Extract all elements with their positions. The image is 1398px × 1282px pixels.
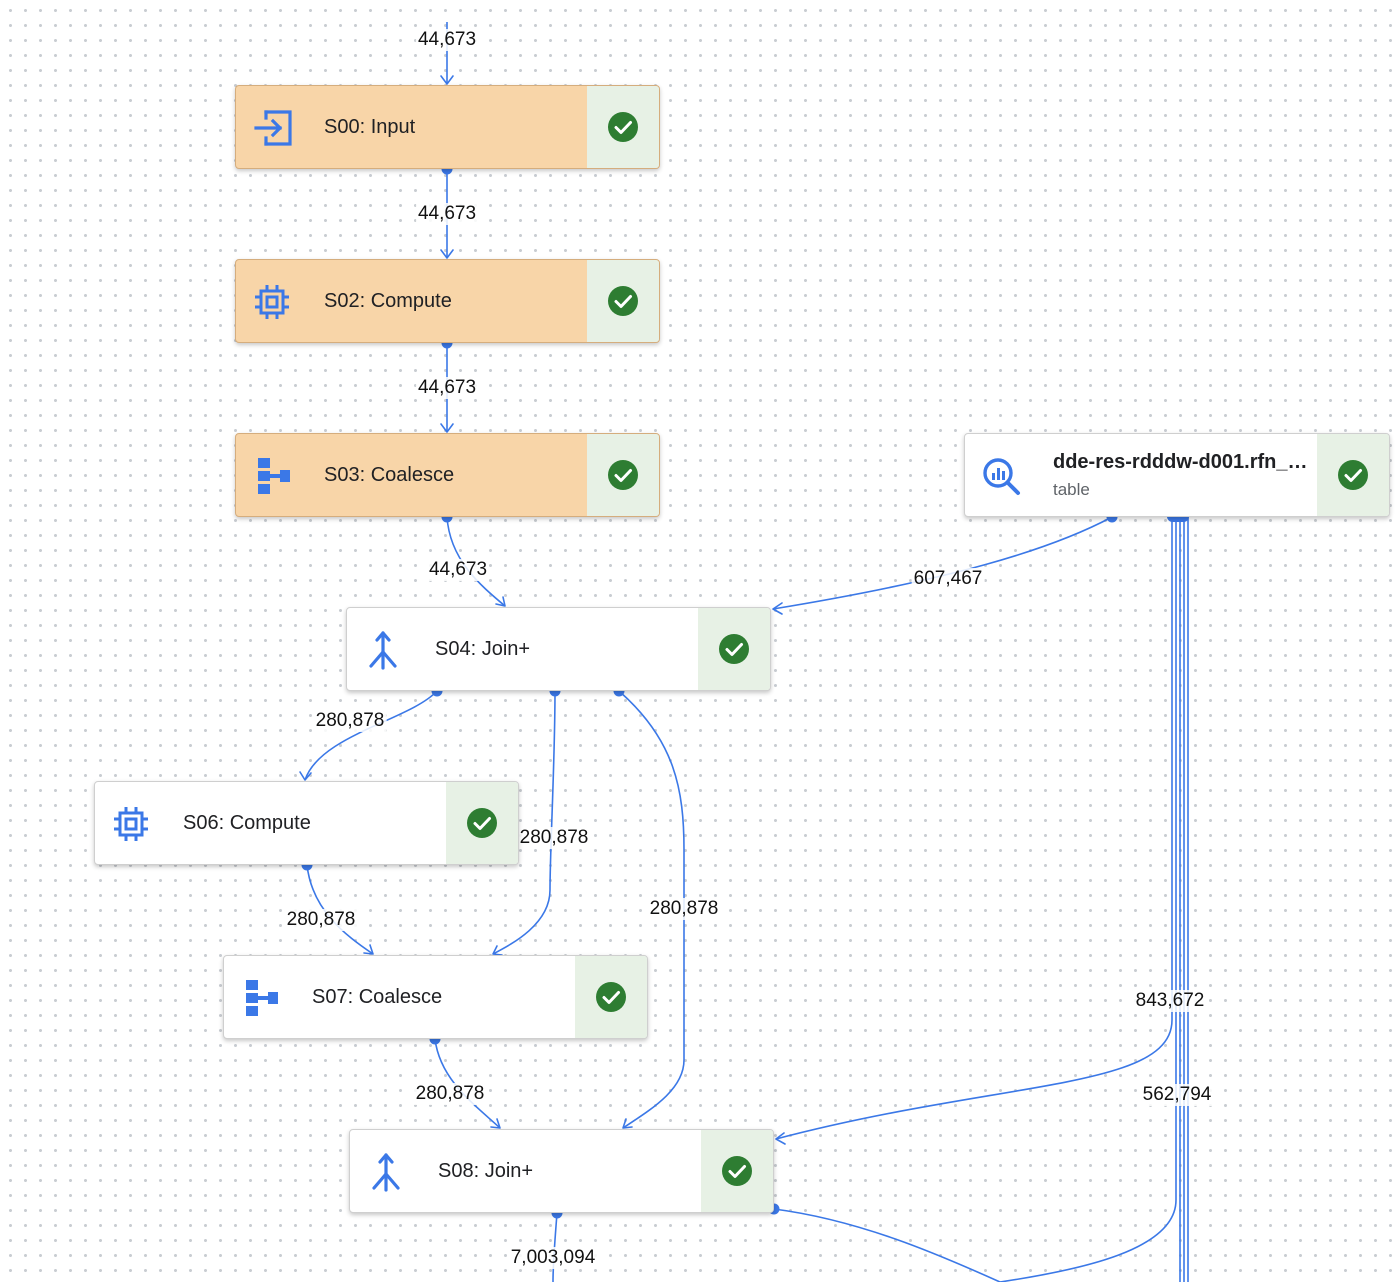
edge-count-label: 280,878 — [284, 909, 358, 931]
success-check-icon — [608, 460, 638, 490]
edge-count-label: 562,794 — [1140, 1084, 1214, 1106]
node-title: S08: Join+ — [438, 1160, 534, 1182]
pipeline-graph-canvas[interactable]: 44,673 44,673 44,673 44,673 607,467 280,… — [0, 0, 1398, 1282]
node-title: dde-res-rdddw-d001.rfn_… — [1053, 451, 1308, 473]
node-title: S00: Input — [324, 116, 416, 138]
edge-count-label: 44,673 — [426, 559, 490, 581]
edge-count-label: 280,878 — [517, 827, 591, 849]
node-title: S03: Coalesce — [324, 464, 455, 486]
edge-count-label: 280,878 — [647, 898, 721, 920]
edge-count-label: 607,467 — [911, 568, 985, 590]
node-status — [587, 260, 659, 342]
node-s02-compute[interactable]: S02: Compute — [235, 259, 660, 343]
coalesce-icon — [250, 454, 294, 498]
success-check-icon — [1338, 460, 1368, 490]
node-status — [446, 782, 518, 864]
edge-table-s08 — [775, 517, 1173, 1140]
edge-count-label: 44,673 — [415, 203, 479, 225]
edge-table-bundle — [999, 517, 1177, 1282]
node-title: S04: Join+ — [435, 638, 531, 660]
node-s07-coalesce[interactable]: S07: Coalesce — [223, 955, 648, 1039]
edge-count-label: 280,878 — [313, 710, 387, 732]
node-status — [587, 434, 659, 516]
chip-icon — [250, 280, 294, 324]
edge-count-label: 44,673 — [415, 377, 479, 399]
edge-table-s04 — [772, 516, 1113, 610]
merge-icon — [364, 1150, 408, 1194]
success-check-icon — [467, 808, 497, 838]
edge-count-label: 7,003,094 — [508, 1247, 598, 1269]
success-check-icon — [608, 112, 638, 142]
node-s00-input[interactable]: S00: Input — [235, 85, 660, 169]
node-title: S02: Compute — [324, 290, 452, 312]
node-status — [575, 956, 647, 1038]
input-icon — [250, 106, 294, 150]
node-title: S06: Compute — [183, 812, 311, 834]
node-s08-join[interactable]: S08: Join+ — [349, 1129, 774, 1213]
node-subtitle: table — [1053, 480, 1090, 499]
node-status — [1317, 434, 1389, 516]
node-status — [587, 86, 659, 168]
arrowhead — [299, 771, 312, 781]
success-check-icon — [722, 1156, 752, 1186]
node-source-table[interactable]: dde-res-rdddw-d001.rfn_… table — [964, 433, 1390, 517]
coalesce-icon — [238, 976, 282, 1020]
node-title: S07: Coalesce — [312, 986, 443, 1008]
success-check-icon — [608, 286, 638, 316]
node-s04-join[interactable]: S04: Join+ — [346, 607, 771, 691]
merge-icon — [361, 628, 405, 672]
node-status — [698, 608, 770, 690]
node-s03-coalesce[interactable]: S03: Coalesce — [235, 433, 660, 517]
edge-s08-out-right — [773, 1208, 1001, 1282]
node-status — [701, 1130, 773, 1212]
edge-count-label: 843,672 — [1133, 990, 1207, 1012]
node-s06-compute[interactable]: S06: Compute — [94, 781, 519, 865]
bigquery-search-icon — [979, 454, 1023, 498]
success-check-icon — [719, 634, 749, 664]
edge-count-label: 280,878 — [413, 1083, 487, 1105]
edge-s04-s06 — [304, 690, 438, 781]
success-check-icon — [596, 982, 626, 1012]
chip-icon — [109, 802, 153, 846]
edge-count-label: 44,673 — [415, 29, 479, 51]
